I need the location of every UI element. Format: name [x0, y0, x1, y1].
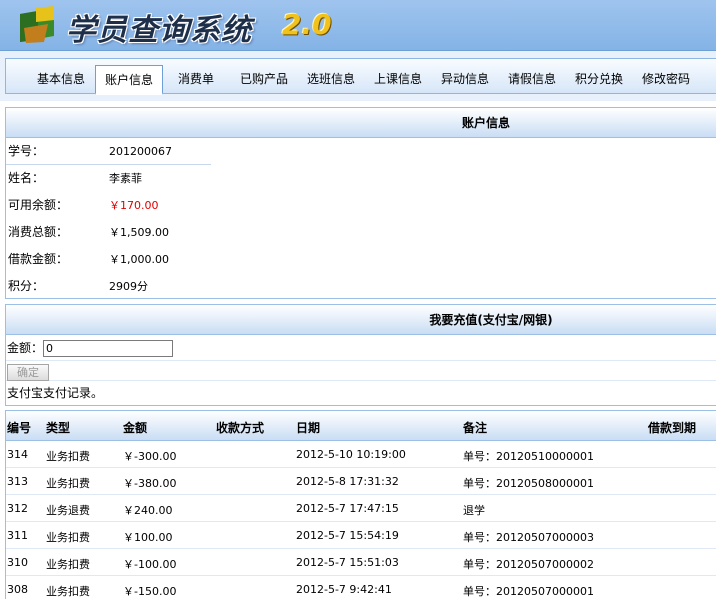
field-student-id: 学号： 201200067: [6, 138, 716, 165]
nav-bar: 基本信息 账户信息 消费单 已购产品 选班信息 上课信息 异动信息 请假信息 积…: [0, 51, 716, 101]
cell-note: 单号：20120507000002: [463, 558, 594, 571]
cell-amount: ￥-100.00: [123, 558, 177, 571]
app-header: 学员查询系统 2.0: [0, 0, 716, 51]
cell-amount: ￥-380.00: [123, 477, 177, 490]
account-panel: 账户信息 学号： 201200067 姓名： 李素菲 可用余额： ￥170.00…: [5, 107, 716, 299]
col-amount: 金额: [123, 421, 148, 435]
field-points: 积分： 2909分: [6, 273, 716, 300]
cell-id: 312: [7, 502, 28, 515]
recharge-panel-title: 我要充值(支付宝/网银): [6, 305, 716, 335]
cell-amount: ￥100.00: [123, 531, 173, 544]
cell-amount: ￥-150.00: [123, 585, 177, 598]
account-panel-title: 账户信息: [6, 108, 716, 138]
col-id: 编号: [7, 421, 32, 435]
cell-type: 业务退费: [46, 504, 90, 517]
cell-type: 业务扣费: [46, 558, 90, 571]
table-row: 308 业务扣费 ￥-150.00 2012-5-7 9:42:41 单号：20…: [6, 576, 716, 599]
tab-change-password[interactable]: 修改密码: [634, 65, 698, 93]
field-label: 积分：: [8, 279, 45, 293]
cell-type: 业务扣费: [46, 585, 90, 598]
field-value: ￥1,000.00: [109, 253, 169, 266]
cell-id: 310: [7, 556, 28, 569]
cell-id: 313: [7, 475, 28, 488]
tab-purchased-products[interactable]: 已购产品: [232, 65, 296, 93]
field-value: 2909分: [109, 280, 148, 293]
table-row: 310 业务扣费 ￥-100.00 2012-5-7 15:51:03 单号：2…: [6, 549, 716, 576]
table-row: 314 业务扣费 ￥-300.00 2012-5-10 10:19:00 单号：…: [6, 441, 716, 468]
tab-change-info[interactable]: 异动信息: [433, 65, 497, 93]
table-row: 313 业务扣费 ￥-380.00 2012-5-8 17:31:32 单号：2…: [6, 468, 716, 495]
alipay-records-label: 支付宝支付记录。: [7, 386, 104, 400]
tab-consumption[interactable]: 消费单: [166, 65, 226, 93]
logo-icon: [20, 6, 54, 43]
field-value: 201200067: [109, 145, 172, 158]
tab-class-info[interactable]: 上课信息: [366, 65, 430, 93]
col-date: 日期: [296, 421, 321, 435]
cell-amount: ￥240.00: [123, 504, 173, 517]
cell-date: 2012-5-7 9:42:41: [296, 583, 392, 596]
app-version: 2.0: [282, 8, 332, 41]
nav-tabs: 基本信息 账户信息 消费单 已购产品 选班信息 上课信息 异动信息 请假信息 积…: [5, 58, 716, 95]
cell-date: 2012-5-10 10:19:00: [296, 448, 406, 461]
cell-date: 2012-5-8 17:31:32: [296, 475, 399, 488]
field-value: ￥1,509.00: [109, 226, 169, 239]
cell-note: 单号：20120508000001: [463, 477, 594, 490]
cell-note: 单号：20120507000003: [463, 531, 594, 544]
field-total-consumption: 消费总额： ￥1,509.00: [6, 219, 716, 246]
cell-date: 2012-5-7 15:51:03: [296, 556, 399, 569]
amount-label: 金额：: [7, 341, 44, 355]
cell-date: 2012-5-7 15:54:19: [296, 529, 399, 542]
tab-leave-info[interactable]: 请假信息: [500, 65, 564, 93]
cell-type: 业务扣费: [46, 450, 90, 463]
col-method: 收款方式: [216, 421, 265, 435]
cell-note: 退学: [463, 504, 485, 517]
cell-date: 2012-5-7 17:47:15: [296, 502, 399, 515]
recharge-panel: 我要充值(支付宝/网银) 金额： 确定 支付宝支付记录。: [5, 304, 716, 406]
field-name: 姓名： 李素菲: [6, 165, 716, 192]
field-label: 借款金额：: [8, 252, 69, 266]
cell-id: 311: [7, 529, 28, 542]
amount-input[interactable]: [43, 340, 173, 357]
field-label: 学号：: [8, 144, 45, 158]
field-label: 姓名：: [8, 171, 45, 185]
cell-note: 单号：20120510000001: [463, 450, 594, 463]
amount-row: 金额：: [6, 335, 716, 361]
cell-amount: ￥-300.00: [123, 450, 177, 463]
cell-id: 308: [7, 583, 28, 596]
col-type: 类型: [46, 421, 71, 435]
cell-type: 业务扣费: [46, 531, 90, 544]
field-value: 李素菲: [109, 172, 142, 185]
col-note: 备注: [463, 421, 488, 435]
col-due: 借款到期: [648, 421, 697, 435]
field-value: ￥170.00: [109, 199, 159, 212]
cell-note: 单号：20120507000001: [463, 585, 594, 598]
table-row: 311 业务扣费 ￥100.00 2012-5-7 15:54:19 单号：20…: [6, 522, 716, 549]
tab-points-exchange[interactable]: 积分兑换: [567, 65, 631, 93]
confirm-row: 确定: [6, 361, 716, 381]
records-table: 编号 类型 金额 收款方式 日期 备注 借款到期 314 业务扣费 ￥-300.…: [5, 410, 716, 599]
field-label: 消费总额：: [8, 225, 69, 239]
table-row: 312 业务退费 ￥240.00 2012-5-7 17:47:15 退学: [6, 495, 716, 522]
tab-basic-info[interactable]: 基本信息: [27, 65, 95, 93]
field-loan-amount: 借款金额： ￥1,000.00: [6, 246, 716, 273]
cell-type: 业务扣费: [46, 477, 90, 490]
field-label: 可用余额：: [8, 198, 69, 212]
tab-class-selection[interactable]: 选班信息: [299, 65, 363, 93]
app-title: 学员查询系统: [66, 13, 252, 48]
cell-id: 314: [7, 448, 28, 461]
field-available-balance: 可用余额： ￥170.00: [6, 192, 716, 219]
tab-account-info[interactable]: 账户信息: [95, 65, 163, 95]
confirm-button[interactable]: 确定: [7, 364, 49, 381]
records-header: 编号 类型 金额 收款方式 日期 备注 借款到期: [6, 411, 716, 441]
